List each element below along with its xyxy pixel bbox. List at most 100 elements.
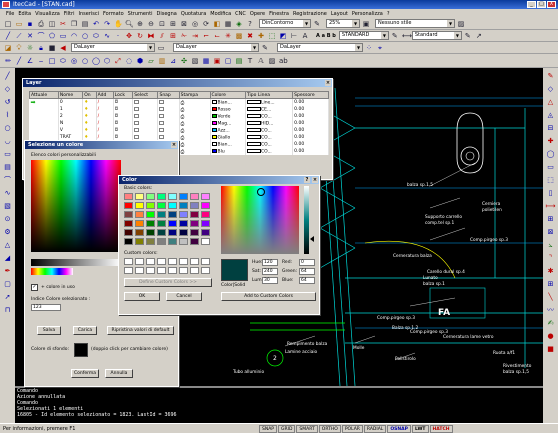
col-current[interactable]: Attuale xyxy=(29,91,59,99)
add-cell[interactable]: / xyxy=(96,127,114,134)
basic-color-swatch[interactable] xyxy=(135,193,144,200)
printer-icon[interactable]: ⎙ xyxy=(181,101,185,106)
layer-sun-icon[interactable]: ☼ xyxy=(25,42,35,53)
match-properties-icon[interactable]: ✚ xyxy=(256,30,266,41)
boundary-icon[interactable]: ▱ xyxy=(146,55,156,66)
group-icon[interactable]: ⬚ xyxy=(267,30,277,41)
basic-color-swatch[interactable] xyxy=(157,211,166,218)
sat-input[interactable]: 240 xyxy=(262,268,278,275)
width-cell[interactable]: 0.00 xyxy=(292,127,329,134)
mod-trim-icon[interactable]: ▯ xyxy=(544,188,557,200)
table-icon[interactable]: ▦ xyxy=(201,55,211,66)
mod-erase-icon[interactable]: ✎ xyxy=(544,71,557,83)
dim-edit-icon[interactable]: ✎ xyxy=(462,30,473,41)
layer-lock-icon[interactable]: 🔒︎ xyxy=(36,42,46,53)
scale-icon[interactable]: ▣ xyxy=(361,18,371,29)
layer-manager-icon[interactable]: ◪ xyxy=(3,42,13,53)
custom-color-swatch[interactable] xyxy=(168,267,177,274)
zoom-prev-icon[interactable]: ◎ xyxy=(190,18,200,29)
mod-pen-icon[interactable]: ✍ xyxy=(544,318,557,330)
basic-color-swatch[interactable] xyxy=(135,229,144,236)
mod-move-icon[interactable]: ✚ xyxy=(544,136,557,148)
pencil-icon[interactable]: ✏ xyxy=(3,55,13,66)
move-icon[interactable]: ✥ xyxy=(124,30,134,41)
new-file-icon[interactable]: □ xyxy=(3,18,13,29)
gray-scale-strip[interactable] xyxy=(31,259,121,266)
layer-name[interactable]: N xyxy=(58,120,84,127)
draw-cone-icon[interactable]: △ xyxy=(1,240,14,252)
menu-customize[interactable]: Personalizza xyxy=(352,11,383,17)
zoom-all-icon[interactable]: ⊞ xyxy=(168,18,178,29)
custom-color-swatch[interactable] xyxy=(179,258,188,265)
lock-cell[interactable]: ◘ xyxy=(113,127,134,134)
basic-color-swatch[interactable] xyxy=(124,193,133,200)
layer-close-button[interactable]: × xyxy=(325,80,331,86)
linetype-cell[interactable]: CO... xyxy=(245,113,294,120)
line-icon[interactable]: ╱ xyxy=(3,30,13,41)
redo-icon[interactable]: ↷ xyxy=(102,18,112,29)
luminance-pointer-icon[interactable] xyxy=(310,236,314,242)
chamfer-icon[interactable]: ⌙ xyxy=(212,30,222,41)
width-cell[interactable]: 0.00 xyxy=(292,106,329,113)
snap-cell[interactable] xyxy=(157,120,180,127)
layer-name[interactable]: 1 xyxy=(58,106,84,113)
zoom-out-icon[interactable]: ⊖ xyxy=(146,18,156,29)
add-custom-button[interactable]: Add to Custom Colors xyxy=(221,292,316,301)
draw-polyline-icon[interactable]: ⌇ xyxy=(1,110,14,122)
select-cell[interactable] xyxy=(132,120,159,127)
basic-color-swatch[interactable] xyxy=(124,211,133,218)
draw-rotate-icon[interactable]: ↺ xyxy=(1,97,14,109)
mod-chamfer-icon[interactable]: ⦣ xyxy=(544,240,557,252)
radial-toggle[interactable]: RADIAL xyxy=(363,424,387,433)
trim-icon[interactable]: ✁ xyxy=(179,30,189,41)
hatch-toggle[interactable]: HATCH xyxy=(429,424,453,433)
custom-color-swatch[interactable] xyxy=(201,267,210,274)
mtext-icon[interactable]: T xyxy=(245,55,255,66)
snap-cell[interactable] xyxy=(157,113,180,120)
cancel-button[interactable]: Annulla xyxy=(105,369,133,378)
add-cell[interactable]: / xyxy=(96,113,114,120)
select-checkbox[interactable] xyxy=(134,120,140,125)
snap-cell[interactable] xyxy=(157,98,180,106)
menu-window[interactable]: Finestra xyxy=(269,11,289,17)
basic-color-swatch[interactable] xyxy=(201,193,210,200)
width-cell[interactable]: 0.00 xyxy=(292,120,329,127)
image-icon[interactable]: ▧ xyxy=(190,55,200,66)
color-cell[interactable]: Azz... xyxy=(210,127,246,134)
offset-icon[interactable]: ⫽ xyxy=(157,30,167,41)
preview-icon[interactable]: ◫ xyxy=(47,18,57,29)
width-cell[interactable]: 0.00 xyxy=(292,148,329,155)
snap-checkbox[interactable] xyxy=(159,99,165,104)
custom-color-swatch[interactable] xyxy=(157,267,166,274)
red-input[interactable]: 0 xyxy=(299,259,315,266)
layer-combo[interactable]: DaLayer xyxy=(71,43,155,52)
dim-icon[interactable]: ⊢ xyxy=(289,30,299,41)
xline-icon[interactable]: ✕ xyxy=(25,30,35,41)
printer-icon[interactable]: ⎙ xyxy=(181,129,185,134)
lock-cell[interactable]: ◘ xyxy=(113,98,134,106)
hexagon-icon[interactable]: ⬢ xyxy=(135,55,145,66)
bulb-icon[interactable]: ♦ xyxy=(84,100,88,105)
draw-rect2-icon[interactable]: ▢ xyxy=(1,279,14,291)
col-color[interactable]: Colore xyxy=(209,91,246,99)
mod-extend-icon[interactable]: ⟼ xyxy=(544,201,557,213)
draw-line-icon[interactable]: ╱ xyxy=(1,71,14,83)
text-icon[interactable]: A xyxy=(300,30,310,41)
lock-icon[interactable]: ◘ xyxy=(115,114,119,119)
paste-icon[interactable]: ▤ xyxy=(80,18,90,29)
draw-clip-icon[interactable]: ⊓ xyxy=(1,305,14,317)
menu-edit[interactable]: Edita xyxy=(18,11,31,17)
custom-color-swatch[interactable] xyxy=(124,258,133,265)
mod-grid-icon[interactable]: ⊞ xyxy=(544,279,557,291)
basic-color-swatch[interactable] xyxy=(146,202,155,209)
basic-color-swatch[interactable] xyxy=(135,202,144,209)
ok-button[interactable]: OK xyxy=(124,292,160,301)
pencil-icon[interactable]: / xyxy=(98,121,100,126)
linetype-cell[interactable]: CO... xyxy=(245,134,294,141)
printer-icon[interactable]: ⎙ xyxy=(181,122,185,127)
layer-color-icon[interactable]: ■ xyxy=(47,42,57,53)
menu-tools[interactable]: Strumenti xyxy=(128,11,153,17)
field-icon[interactable]: ▤ xyxy=(234,55,244,66)
donut-icon[interactable]: ◎ xyxy=(69,55,79,66)
bulb-icon[interactable]: ♦ xyxy=(84,128,88,133)
